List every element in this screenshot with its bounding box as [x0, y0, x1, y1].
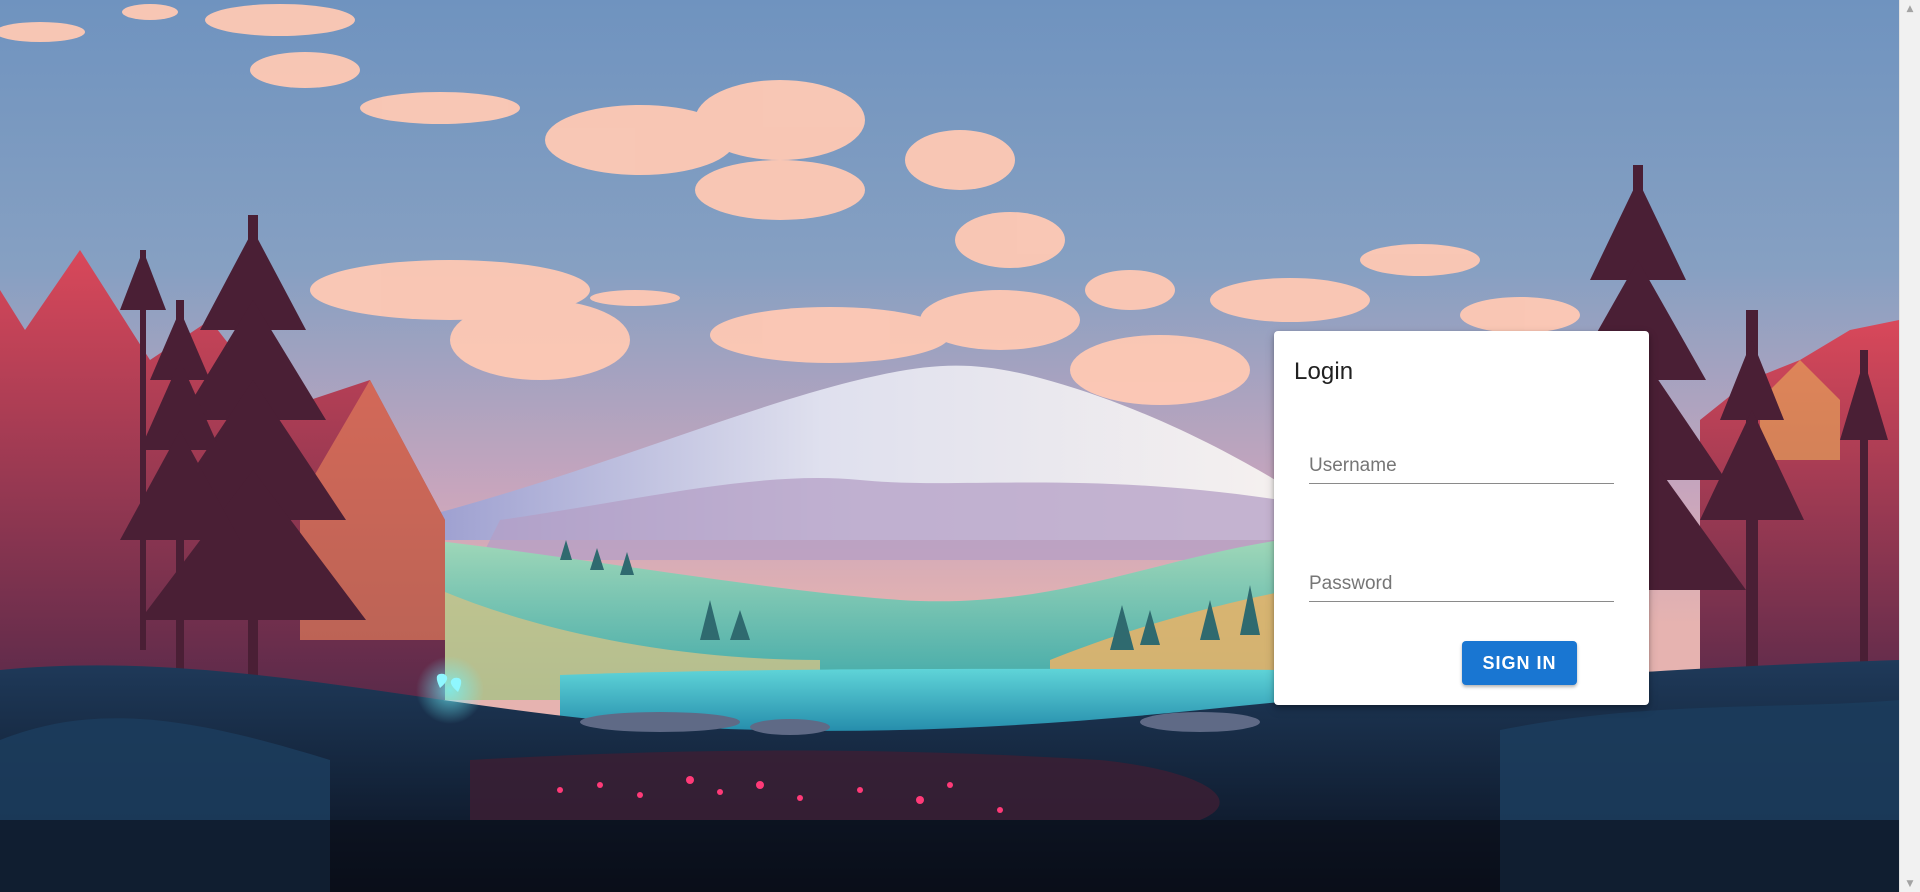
arrow-up-icon[interactable]: ▲ [1900, 0, 1920, 17]
page: ▲ ▼ Login SIGN IN [0, 0, 1920, 892]
password-field[interactable] [1309, 561, 1614, 602]
password-input[interactable] [1309, 569, 1614, 599]
login-title: Login [1294, 358, 1354, 385]
arrow-down-icon[interactable]: ▼ [1900, 875, 1920, 892]
login-card: Login SIGN IN [1274, 331, 1649, 705]
page-scrollbar[interactable]: ▲ ▼ [1899, 0, 1920, 892]
sign-in-button[interactable]: SIGN IN [1462, 641, 1577, 685]
username-field[interactable] [1309, 443, 1614, 484]
username-input[interactable] [1309, 451, 1614, 481]
